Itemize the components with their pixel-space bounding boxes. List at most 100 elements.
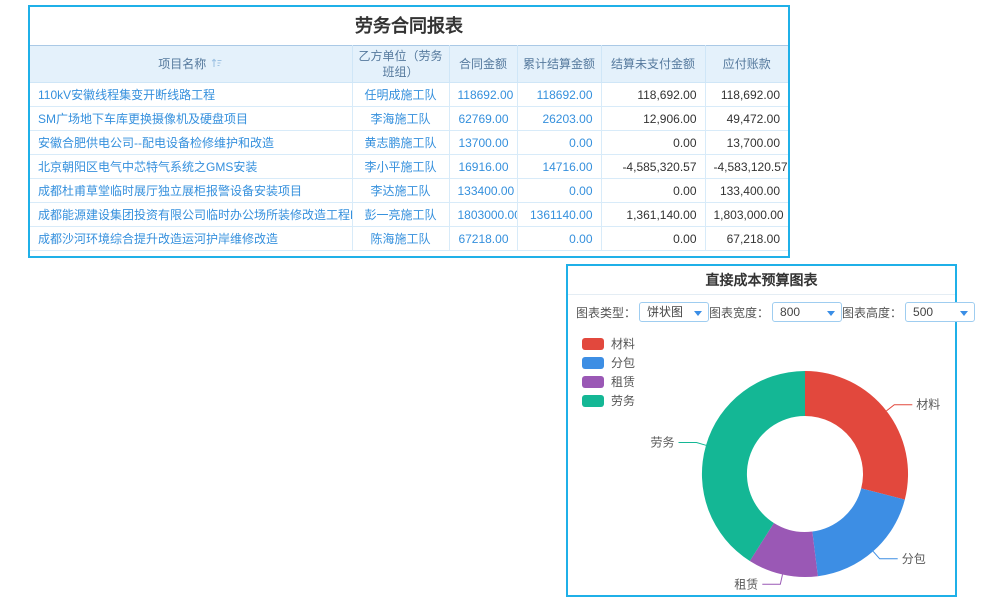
- legend-label: 劳务: [611, 392, 635, 409]
- settled-amount-cell: 118692.00: [517, 83, 601, 107]
- table-header-row: 项目名称 乙方单位（劳务班组） 合同金额 累计结算金额 结算未支付金额 应付账款: [30, 46, 788, 83]
- legend-swatch-icon: [582, 395, 604, 407]
- slice-label: 分包: [902, 552, 926, 566]
- unpaid-amount-cell: 12,906.00: [601, 107, 705, 131]
- labor-contract-table: 项目名称 乙方单位（劳务班组） 合同金额 累计结算金额 结算未支付金额 应付账款…: [30, 45, 788, 251]
- chevron-down-icon: [827, 311, 835, 316]
- payable-cell: 13,700.00: [705, 131, 788, 155]
- slice-label: 材料: [916, 398, 940, 412]
- unpaid-amount-cell: 0.00: [601, 131, 705, 155]
- legend-swatch-icon: [582, 357, 604, 369]
- chevron-down-icon: [694, 311, 702, 316]
- contractor-cell[interactable]: 李小平施工队: [352, 155, 449, 179]
- contract-amount-cell: 16916.00: [449, 155, 517, 179]
- payable-cell: 49,472.00: [705, 107, 788, 131]
- table-row: 北京朝阳区电气中芯特气系统之GMS安装李小平施工队16916.0014716.0…: [30, 155, 788, 179]
- column-header-project-name: 项目名称: [30, 46, 352, 83]
- legend-item[interactable]: 租赁: [582, 372, 635, 391]
- chart-type-value: 饼状图: [647, 305, 683, 319]
- project-name-cell[interactable]: 安徽合肥供电公司--配电设备检修维护和改造: [30, 131, 352, 155]
- payable-cell: 133,400.00: [705, 179, 788, 203]
- sort-icon[interactable]: [211, 57, 223, 73]
- contract-amount-cell: 67218.00: [449, 227, 517, 251]
- column-header-contractor: 乙方单位（劳务班组）: [352, 46, 449, 83]
- chart-title: 直接成本预算图表: [568, 266, 955, 295]
- legend-swatch-icon: [582, 376, 604, 388]
- table-row: 成都杜甫草堂临时展厅独立展柜报警设备安装项目李达施工队133400.000.00…: [30, 179, 788, 203]
- contract-amount-cell: 13700.00: [449, 131, 517, 155]
- settled-amount-cell: 14716.00: [517, 155, 601, 179]
- contractor-cell[interactable]: 李达施工队: [352, 179, 449, 203]
- unpaid-amount-cell: 1,361,140.00: [601, 203, 705, 227]
- contract-amount-cell: 118692.00: [449, 83, 517, 107]
- contract-amount-cell: 133400.00: [449, 179, 517, 203]
- settled-amount-cell: 1361140.00: [517, 203, 601, 227]
- slice-label-line: [762, 575, 782, 585]
- chart-width-select[interactable]: 800: [772, 302, 842, 322]
- table-row: SM广场地下车库更换摄像机及硬盘项目李海施工队62769.0026203.001…: [30, 107, 788, 131]
- project-name-cell[interactable]: SM广场地下车库更换摄像机及硬盘项目: [30, 107, 352, 131]
- project-name-cell[interactable]: 成都杜甫草堂临时展厅独立展柜报警设备安装项目: [30, 179, 352, 203]
- chart-type-label: 图表类型：: [576, 304, 636, 321]
- column-header-payable: 应付账款: [705, 46, 788, 83]
- contract-amount-cell: 1803000.00: [449, 203, 517, 227]
- chart-controls: 图表类型： 饼状图 图表宽度： 800 图表高度： 500: [576, 301, 947, 323]
- payable-cell: 67,218.00: [705, 227, 788, 251]
- contract-amount-cell: 62769.00: [449, 107, 517, 131]
- settled-amount-cell: 0.00: [517, 227, 601, 251]
- payable-cell: -4,583,120.57: [705, 155, 788, 179]
- chart-type-control: 图表类型： 饼状图: [576, 302, 709, 322]
- unpaid-amount-cell: 0.00: [601, 227, 705, 251]
- chart-type-select[interactable]: 饼状图: [639, 302, 709, 322]
- project-name-cell[interactable]: 成都沙河环境综合提升改造运河护岸维修改造: [30, 227, 352, 251]
- contractor-cell[interactable]: 彭一亮施工队: [352, 203, 449, 227]
- report-title: 劳务合同报表: [30, 7, 788, 45]
- column-header-label: 项目名称: [158, 57, 206, 71]
- project-name-cell[interactable]: 北京朝阳区电气中芯特气系统之GMS安装: [30, 155, 352, 179]
- chart-width-control: 图表宽度： 800: [709, 302, 842, 322]
- legend-item[interactable]: 分包: [582, 353, 635, 372]
- contractor-cell[interactable]: 黄志鹏施工队: [352, 131, 449, 155]
- column-header-contract-amount: 合同金额: [449, 46, 517, 83]
- slice-label: 租赁: [734, 577, 758, 591]
- contractor-cell[interactable]: 陈海施工队: [352, 227, 449, 251]
- project-name-cell[interactable]: 110kV安徽线程集变开断线路工程: [30, 83, 352, 107]
- direct-cost-chart-panel: 直接成本预算图表 图表类型： 饼状图 图表宽度： 800 图表高度： 500: [566, 264, 957, 597]
- page: 劳务合同报表 项目名称 乙方单位（劳务班组） 合同金额 累计结算金额 结算未支付…: [0, 0, 1000, 600]
- column-header-settled-amount: 累计结算金额: [517, 46, 601, 83]
- project-name-cell[interactable]: 成都能源建设集团投资有限公司临时办公场所装修改造工程EPC: [30, 203, 352, 227]
- legend-label: 分包: [611, 354, 635, 371]
- chevron-down-icon: [960, 311, 968, 316]
- table-row: 安徽合肥供电公司--配电设备检修维护和改造黄志鹏施工队13700.000.000…: [30, 131, 788, 155]
- table-row: 成都能源建设集团投资有限公司临时办公场所装修改造工程EPC彭一亮施工队18030…: [30, 203, 788, 227]
- chart-width-label: 图表宽度：: [709, 304, 769, 321]
- chart-height-label: 图表高度：: [842, 304, 902, 321]
- unpaid-amount-cell: -4,585,320.57: [601, 155, 705, 179]
- chart-width-value: 800: [780, 305, 800, 319]
- payable-cell: 1,803,000.00: [705, 203, 788, 227]
- table-row: 110kV安徽线程集变开断线路工程任明成施工队118692.00118692.0…: [30, 83, 788, 107]
- settled-amount-cell: 26203.00: [517, 107, 601, 131]
- settled-amount-cell: 0.00: [517, 131, 601, 155]
- pie-slice-1[interactable]: [812, 488, 905, 576]
- unpaid-amount-cell: 0.00: [601, 179, 705, 203]
- column-header-unpaid-amount: 结算未支付金额: [601, 46, 705, 83]
- settled-amount-cell: 0.00: [517, 179, 601, 203]
- chart-height-control: 图表高度： 500: [842, 302, 975, 322]
- chart-height-value: 500: [913, 305, 933, 319]
- legend-label: 租赁: [611, 373, 635, 390]
- contractor-cell[interactable]: 李海施工队: [352, 107, 449, 131]
- payable-cell: 118,692.00: [705, 83, 788, 107]
- chart-height-select[interactable]: 500: [905, 302, 975, 322]
- legend-label: 材料: [611, 335, 635, 352]
- slice-label-line: [679, 443, 707, 446]
- slice-label: 劳务: [650, 435, 674, 450]
- slice-label-line: [886, 405, 912, 411]
- legend-item[interactable]: 劳务: [582, 391, 635, 410]
- contractor-cell[interactable]: 任明成施工队: [352, 83, 449, 107]
- legend-item[interactable]: 材料: [582, 334, 635, 353]
- pie-slice-0[interactable]: [805, 371, 908, 500]
- unpaid-amount-cell: 118,692.00: [601, 83, 705, 107]
- legend-swatch-icon: [582, 338, 604, 350]
- slice-label-line: [873, 551, 898, 559]
